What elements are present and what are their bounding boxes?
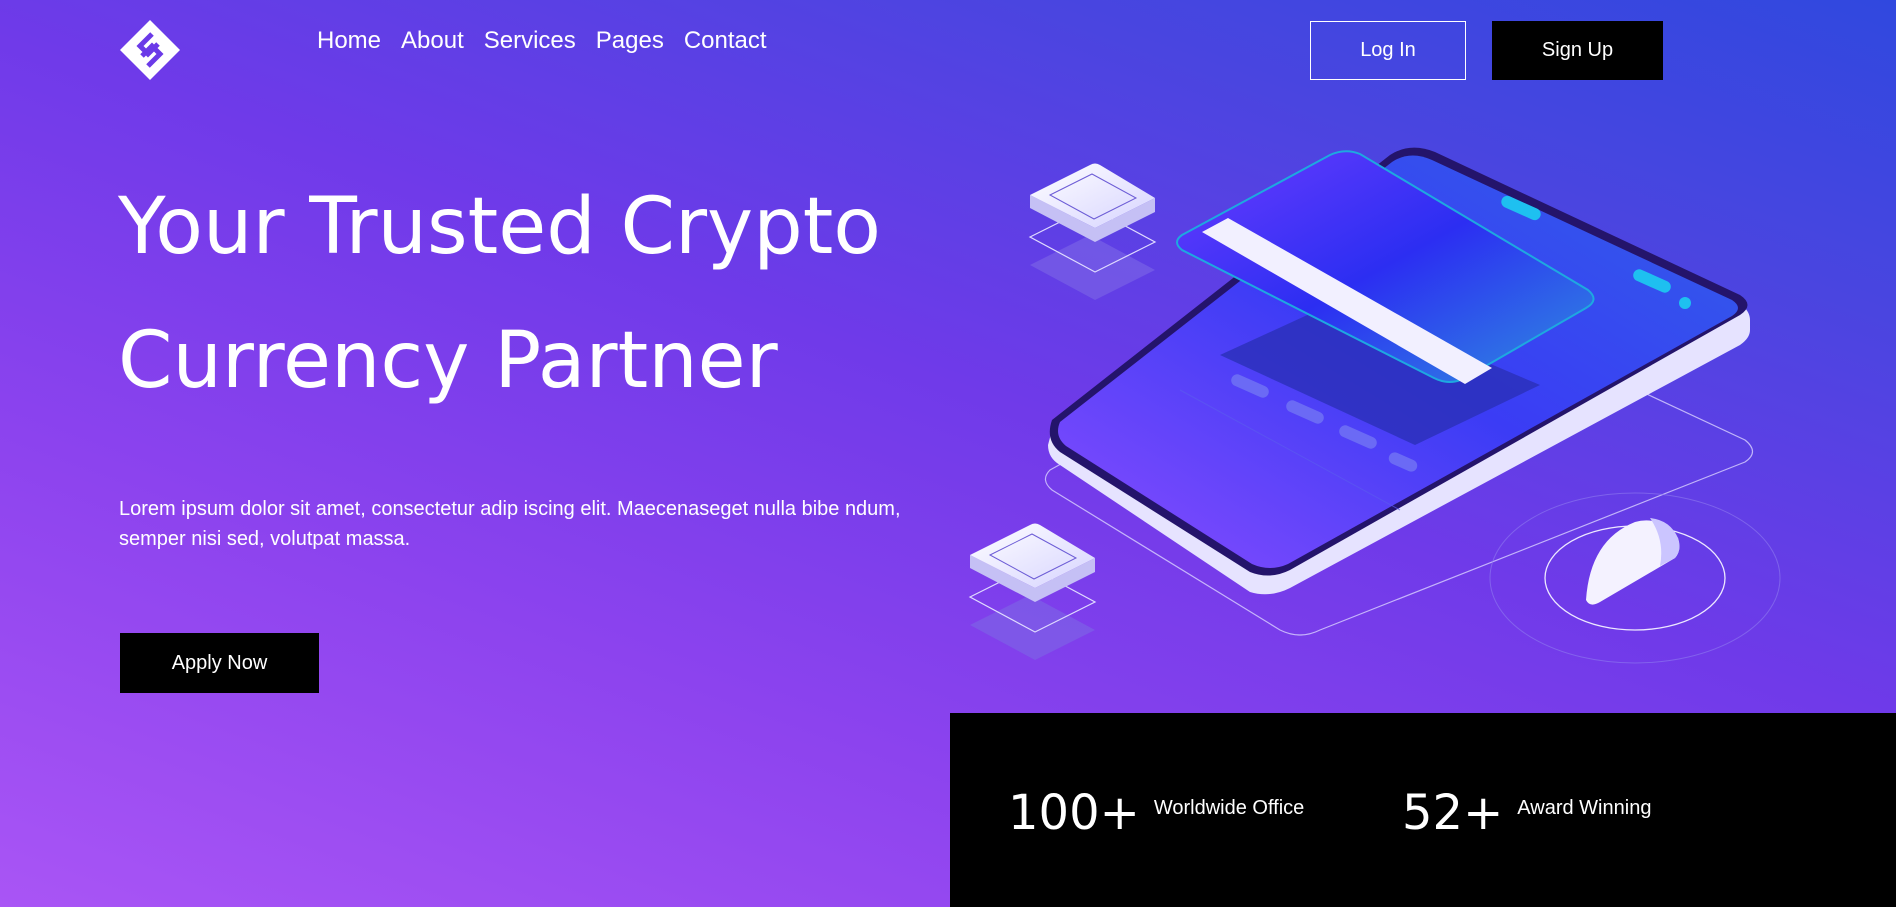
- stat-number: 52+: [1402, 785, 1504, 841]
- cube-top-left: [1028, 163, 1157, 300]
- stat-number: 100+: [1008, 785, 1140, 841]
- stat-label: Worldwide Office: [1153, 796, 1305, 819]
- hero-title-line2: Currency Partner: [118, 316, 778, 406]
- nav-item-about[interactable]: About: [401, 24, 464, 58]
- phone-credit-card-illustration: [968, 147, 1781, 664]
- hero-description: Lorem ipsum dolor sit amet, consectetur …: [119, 498, 901, 550]
- signup-button[interactable]: Sign Up: [1492, 21, 1663, 80]
- stats-panel: 100+ Worldwide Office 52+ Award Winning: [950, 713, 1896, 907]
- stat-award-winning: 52+ Award Winning: [1402, 785, 1651, 841]
- apply-now-button[interactable]: Apply Now: [120, 633, 319, 693]
- login-button[interactable]: Log In: [1310, 21, 1466, 80]
- main-nav: Home About Services Pages Contact: [317, 24, 787, 58]
- stat-label: Award Winning: [1517, 796, 1652, 819]
- landing-page: Home About Services Pages Contact Log In…: [0, 0, 1896, 907]
- stat-worldwide-office: 100+ Worldwide Office: [1008, 785, 1304, 841]
- nav-item-contact[interactable]: Contact: [684, 24, 767, 58]
- nav-item-home[interactable]: Home: [317, 24, 381, 58]
- nav-item-services[interactable]: Services: [484, 24, 576, 58]
- hero-title: Your Trusted Crypto Currency Partner: [118, 160, 978, 428]
- nav-item-pages[interactable]: Pages: [596, 24, 664, 58]
- cube-bottom-left: [968, 523, 1097, 660]
- hero-title-line1: Your Trusted Crypto: [118, 182, 882, 272]
- diamond-s-logo-icon[interactable]: [118, 18, 182, 82]
